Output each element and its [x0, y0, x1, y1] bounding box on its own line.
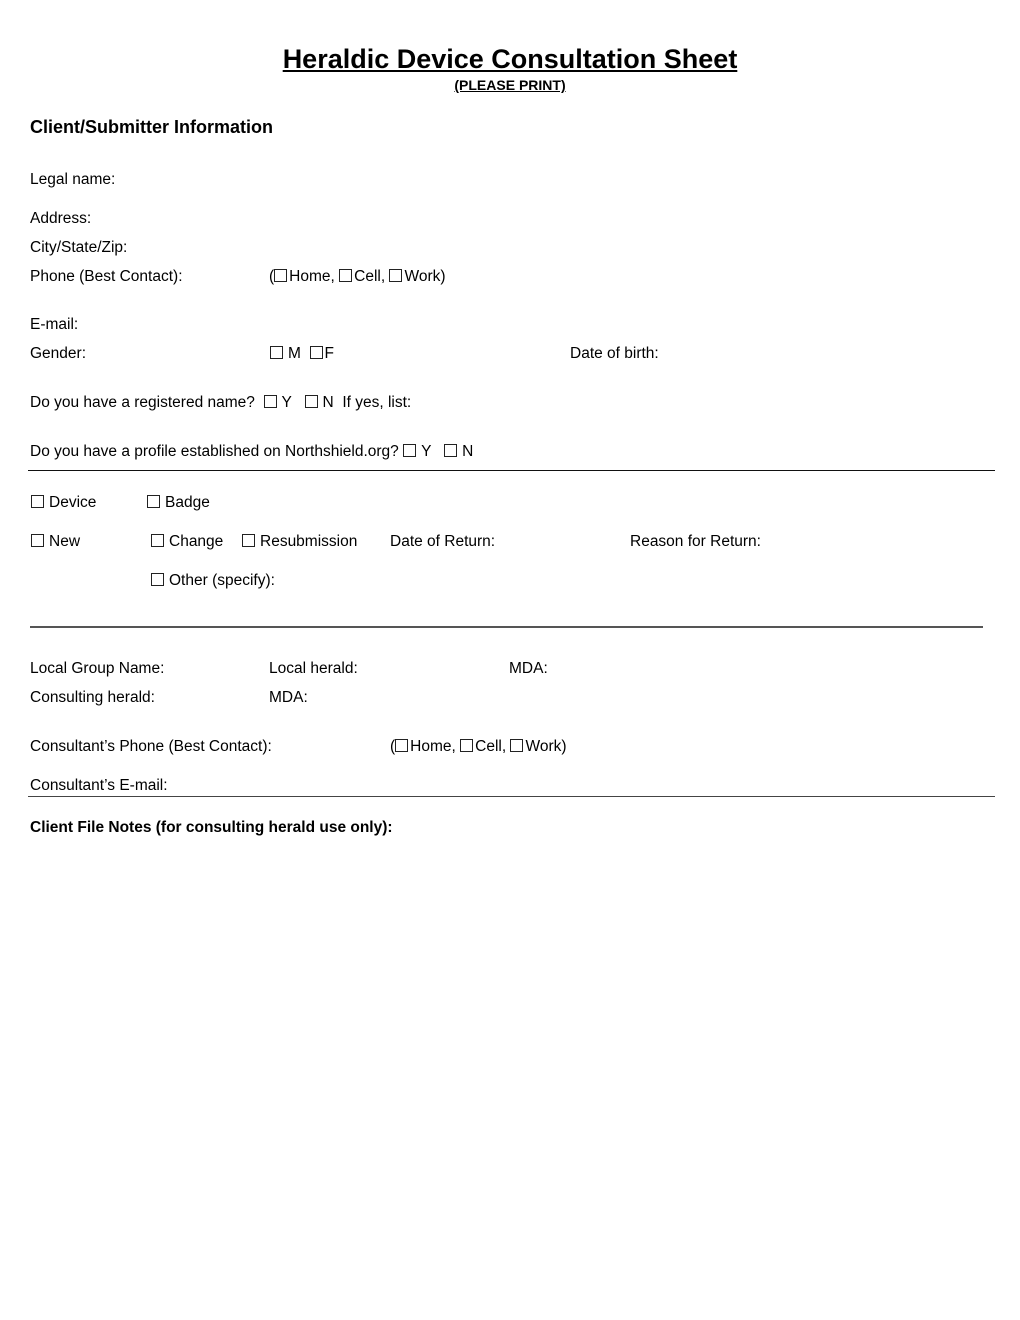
other-option: Other (specify):	[151, 573, 275, 589]
profile-no-checkbox[interactable]	[444, 444, 458, 457]
gender-m-checkbox[interactable]	[270, 346, 283, 359]
date-of-return-label: Date of Return:	[390, 533, 496, 550]
consultant-phone-cell-label: Cell,	[475, 738, 507, 755]
new-checkbox[interactable]	[31, 534, 44, 547]
profile-no-label: N	[462, 443, 474, 460]
address-label: Address:	[30, 210, 92, 227]
device-option: Device	[31, 495, 96, 511]
profile-question: Do you have a profile established on Nor…	[30, 443, 399, 460]
registered-name-no-label: N	[322, 394, 334, 411]
new-label: New	[49, 533, 81, 550]
gender-label: Gender:	[30, 345, 87, 362]
page-title: Heraldic Device Consultation Sheet	[282, 44, 738, 74]
client-file-notes-heading: Client File Notes (for consulting herald…	[30, 819, 393, 836]
new-option: New	[31, 534, 80, 550]
resubmission-label: Resubmission	[260, 533, 358, 550]
local-herald-label: Local herald:	[269, 660, 358, 677]
resubmission-checkbox[interactable]	[242, 534, 255, 547]
city-state-zip-label: City/State/Zip:	[30, 239, 128, 256]
page-subtitle: (PLEASE PRINT)	[454, 77, 566, 93]
gender-m-label: M	[288, 345, 301, 362]
other-checkbox[interactable]	[151, 573, 164, 586]
device-checkbox[interactable]	[31, 495, 44, 508]
gender-f-checkbox[interactable]	[309, 346, 323, 359]
consultant-phone-work-checkbox[interactable]	[510, 739, 524, 752]
phone-cell-label: Cell,	[354, 268, 386, 285]
phone-home-label: Home,	[289, 268, 335, 285]
change-checkbox[interactable]	[151, 534, 164, 547]
section-divider-1	[28, 470, 995, 471]
consulting-herald-label: Consulting herald:	[30, 689, 155, 706]
profile-yes-label: Y	[421, 443, 432, 460]
profile-yes-checkbox[interactable]	[403, 444, 417, 457]
consultant-phone-type-group: (Home, Cell, Work)	[390, 739, 567, 755]
local-group-label: Local Group Name:	[30, 660, 165, 677]
registered-name-question: Do you have a registered name?	[30, 394, 255, 411]
consulting-herald-mda-label: MDA:	[269, 689, 308, 706]
change-label: Change	[169, 533, 224, 550]
consultant-phone-cell-checkbox[interactable]	[460, 739, 474, 752]
section-divider-3	[28, 796, 995, 797]
registered-name-yes-label: Y	[281, 394, 292, 411]
local-herald-mda-label: MDA:	[509, 660, 548, 677]
profile-row: Do you have a profile established on Nor…	[30, 444, 473, 460]
section-divider-2	[30, 626, 983, 628]
change-option: Change	[151, 534, 223, 550]
consultant-email-label: Consultant’s E-mail:	[30, 777, 168, 794]
client-file-notes-area[interactable]	[30, 845, 995, 1295]
phone-cell-checkbox[interactable]	[339, 269, 353, 282]
consultant-phone-work-label: Work)	[525, 738, 567, 755]
consultant-phone-home-checkbox[interactable]	[395, 739, 409, 752]
email-label: E-mail:	[30, 316, 79, 333]
reason-for-return-label: Reason for Return:	[630, 533, 761, 550]
badge-checkbox[interactable]	[147, 495, 160, 508]
registered-name-yes-checkbox[interactable]	[263, 395, 277, 408]
registered-name-no-checkbox[interactable]	[304, 395, 318, 408]
phone-work-checkbox[interactable]	[389, 269, 403, 282]
client-section-heading: Client/Submitter Information	[30, 117, 273, 137]
consultant-phone-home-label: Home,	[410, 738, 456, 755]
registered-name-row: Do you have a registered name? Y N If ye…	[30, 395, 411, 411]
gender-f-label: F	[324, 345, 335, 362]
device-label: Device	[49, 494, 97, 511]
gender-group: M F	[270, 346, 334, 362]
registered-name-followup: If yes, list:	[342, 394, 412, 411]
badge-label: Badge	[165, 494, 210, 511]
resubmission-option: Resubmission	[242, 534, 357, 550]
phone-work-label: Work)	[404, 268, 446, 285]
phone-home-checkbox[interactable]	[274, 269, 288, 282]
legal-name-label: Legal name:	[30, 171, 116, 188]
badge-option: Badge	[147, 495, 210, 511]
phone-label: Phone (Best Contact):	[30, 268, 183, 285]
dob-label: Date of birth:	[570, 345, 659, 362]
consultant-phone-label: Consultant’s Phone (Best Contact):	[30, 738, 272, 755]
phone-type-group: (Home, Cell, Work)	[269, 269, 446, 285]
other-label: Other (specify):	[169, 572, 275, 589]
